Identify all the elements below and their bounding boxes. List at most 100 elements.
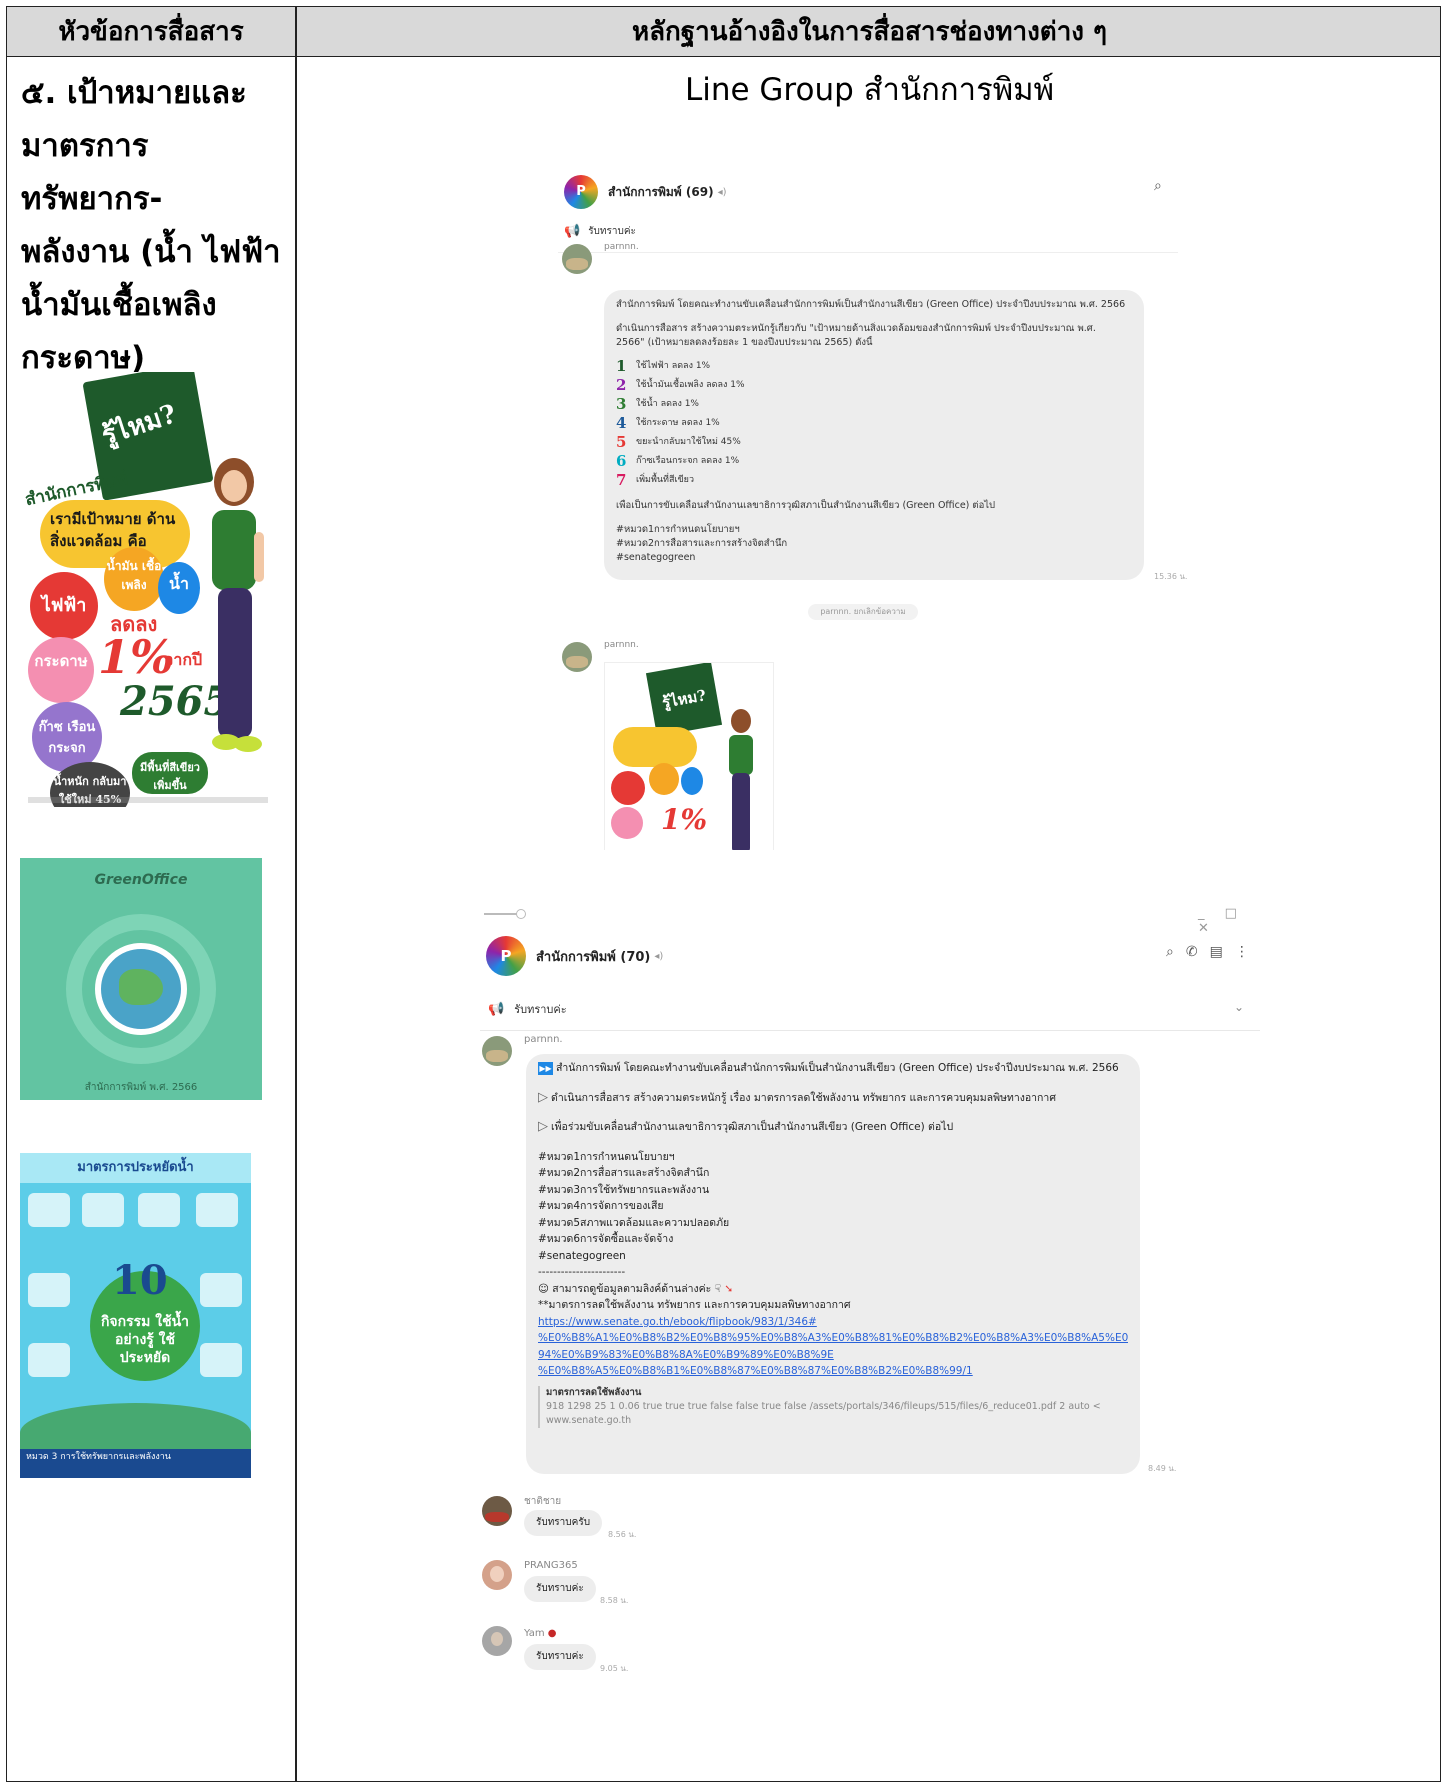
sender-avatar[interactable] [482,1560,512,1590]
percent-label: 1% [98,630,174,684]
reply-bubble: รับทราบค่ะ [524,1576,596,1602]
chat-toolbar: ⌕ ✆ ▤ ⋮ [1166,944,1249,960]
tip-box [28,1343,70,1377]
message-line: ▶▶ สำนักการพิมพ์ โดยคณะทำงานขับเคลื่อนสำน… [538,1061,1119,1075]
topic-cell: ๕. เป้าหมายและ มาตรการทรัพยากร- พลังงาน … [21,67,283,385]
activity-label: กิจกรรม ใช้น้ำอย่างรู้ ใช้ประหยัด [100,1314,190,1366]
message-bubble: สำนักการพิมพ์ โดยคณะทำงานขับเคลื่อนสำนัก… [604,290,1144,580]
opacity-slider[interactable] [484,909,526,919]
board-text: รู้ไหม? [98,399,181,452]
hashtag[interactable]: #หมวด5สภาพแวดล้อมและความปลอดภัย [538,1215,1128,1232]
hashtag[interactable]: #หมวด6การจัดซื้อและจัดจ้าง [538,1231,1128,1248]
link-line[interactable]: 94%E0%B9%83%E0%B8%8A%E0%B9%89%E0%B8%9E [538,1347,1128,1364]
tip-box [82,1193,124,1227]
goal-item: 6 ก๊าซเรือนกระจก ลดลง 1% [616,451,1132,470]
hashtag[interactable]: #หมวด2การสื่อสารและสร้างจิตสำนึก [538,1165,1128,1182]
link-line[interactable]: %E0%B8%A1%E0%B8%B2%E0%B8%95%E0%B8%A3%E0%… [538,1330,1128,1347]
message-time: 15.36 น. [1154,572,1188,581]
goal-text: ใช้กระดาษ ลดลง 1% [636,417,720,428]
announcement-text: รับทราบค่ะ [588,226,636,237]
notes-icon[interactable]: ▤ [1210,944,1223,960]
divider [480,1030,1260,1031]
goal-number: 3 [616,394,627,413]
message-line: ▷ ดำเนินการสื่อสาร สร้างความตระหนักรู้ เร… [538,1089,1056,1105]
electric-circle: ไฟฟ้า [30,572,98,640]
globe-icon [95,943,187,1035]
goal-text: ใช้น้ำ ลดลง 1% [636,398,699,409]
chat-header: P สำนักการพิมพ์ (69) ◂) [564,172,726,212]
hashtag[interactable]: #หมวด3การใช้ทรัพยากรและพลังงาน [538,1182,1128,1199]
topic-line: น้ำมันเชื้อเพลิง [21,287,217,323]
goal-text: ใช้ไฟฟ้า ลดลง 1% [636,360,711,371]
poster-title: GreenOffice [94,872,188,888]
poster-title: มาตรการประหยัดน้ำ [20,1153,251,1183]
poster-green-office: GreenOffice สำนักการพิมพ์ พ.ศ. 2566 [20,858,262,1100]
message-line: ▷ เพื่อร่วมขับเคลื่อนสำนักงานเลขาธิการวุฒ… [538,1119,954,1134]
megaphone-icon: 📢 [564,224,581,239]
paper-circle: กระดาษ [28,637,94,703]
message-time: 9.05 น. [600,1664,629,1673]
link-preview[interactable]: มาตรการลดใช้พลังงาน 918 1298 25 1 0.06 t… [538,1385,1128,1428]
sender-avatar[interactable] [562,244,592,274]
play-icon: ▷ [538,1089,548,1105]
divider-text: ----------------------- [538,1266,626,1278]
message-line: **มาตรการลดใช้พลังงาน ทรัพยากร และการควบ… [538,1299,851,1311]
hashtag[interactable]: #senategogreen [538,1248,1128,1265]
hashtag: #senategogreen [616,552,696,563]
sender-name: PRANG365 [524,1560,578,1571]
group-avatar[interactable]: P [486,936,526,976]
goal-item: 2 ใช้น้ำมันเชื้อเพลิง ลดลง 1% [616,375,1132,394]
phone-icon[interactable]: ✆ [1186,944,1198,960]
line-chat-screenshot-1: P สำนักการพิมพ์ (69) ◂) ⌕ 📢 รับทราบค่ะ p… [548,160,1188,850]
goal-list: 1 ใช้ไฟฟ้า ลดลง 1% 2 ใช้น้ำมันเชื้อเพลิง ลด… [616,356,1132,489]
hashtag[interactable]: #หมวด4การจัดการของเสีย [538,1198,1128,1215]
topic-line: พลังงาน (น้ำ ไฟฟ้า [21,234,281,270]
window-controls[interactable]: _ □ ✕ [1198,906,1270,936]
more-icon[interactable]: ⋮ [1235,944,1249,960]
announcement-bar[interactable]: 📢 รับทราบค่ะ [564,224,636,239]
goal-text: ใช้น้ำมันเชื้อเพลิง ลดลง 1% [636,379,745,390]
message-time: 8.58 น. [600,1596,629,1605]
link-line[interactable]: %E0%B8%A5%E0%B8%B1%E0%B8%87%E0%B8%87%E0%… [538,1363,1128,1380]
announcement-bar[interactable]: 📢 รับทราบค่ะ [488,1000,567,1018]
goal-item: 1 ใช้ไฟฟ้า ลดลง 1% [616,356,1132,375]
search-icon[interactable]: ⌕ [1166,944,1174,960]
apple-icon: ● [547,1628,557,1639]
goal-text: ก๊าซเรือนกระจก ลดลง 1% [636,455,740,466]
link-line[interactable]: https://www.senate.go.th/ebook/flipbook/… [538,1314,1128,1331]
line-chat-screenshot-2: _ □ ✕ P สำนักการพิมพ์ (70) ◂) ⌕ ✆ ▤ ⋮ 📢 … [470,900,1270,1700]
forward-icon: ▶▶ [538,1061,553,1075]
girl-illustration [212,458,264,752]
tip-box [138,1193,180,1227]
chalkboard: รู้ไหม? [645,663,723,737]
message-line: ☺ สามารถดูข้อมูลตามลิงค์ด้านล่างค่ะ ☟ ➘ [538,1282,734,1295]
goal-item: 3 ใช้น้ำ ลดลง 1% [616,394,1132,413]
sender-avatar[interactable] [482,1496,512,1526]
goal-text: ขยะนำกลับมาใช้ใหม่ 45% [636,436,741,447]
goal-item: 5 ขยะนำกลับมาใช้ใหม่ 45% [616,432,1132,451]
girl-illustration [729,709,753,850]
hashtag[interactable]: #หมวด1การกำหนดนโยบายฯ [538,1149,1128,1166]
preview-body: 918 1298 25 1 0.06 true true true false … [546,1400,1101,1412]
hashtag: #หมวด2การสื่อสารและการสร้างจิตสำนึก [616,538,788,549]
message-line: สำนักการพิมพ์ โดยคณะทำงานขับเคลื่อนสำนัก… [616,299,1126,310]
poster-footer: หมวด 3 การใช้ทรัพยากรและพลังงาน [20,1449,251,1478]
chevron-down-icon[interactable]: ⌄ [1234,1000,1244,1014]
poster-footnote [28,797,268,803]
arrow-down-icon: ➘ [724,1282,734,1295]
megaphone-icon: 📢 [488,1001,505,1017]
group-avatar[interactable]: P [564,175,598,209]
sender-name: ชาติชาย [524,1496,562,1507]
percent-label: 1% [661,803,708,836]
sender-avatar[interactable] [482,1036,512,1066]
goal-number: 2 [616,375,627,394]
sender-avatar[interactable] [562,642,592,672]
sender-avatar[interactable] [482,1626,512,1656]
preview-site: www.senate.go.th [546,1414,632,1426]
image-message[interactable]: รู้ไหม? 1% [604,662,774,850]
mute-icon: ◂) [717,186,727,198]
message-line: ดำเนินการสื่อสาร สร้างความตระหนักรู้เกี่… [616,323,1096,334]
water-circle [681,767,703,795]
search-icon[interactable]: ⌕ [1154,178,1162,194]
hashtag: #หมวด1การกำหนดนโยบายฯ [616,524,740,535]
